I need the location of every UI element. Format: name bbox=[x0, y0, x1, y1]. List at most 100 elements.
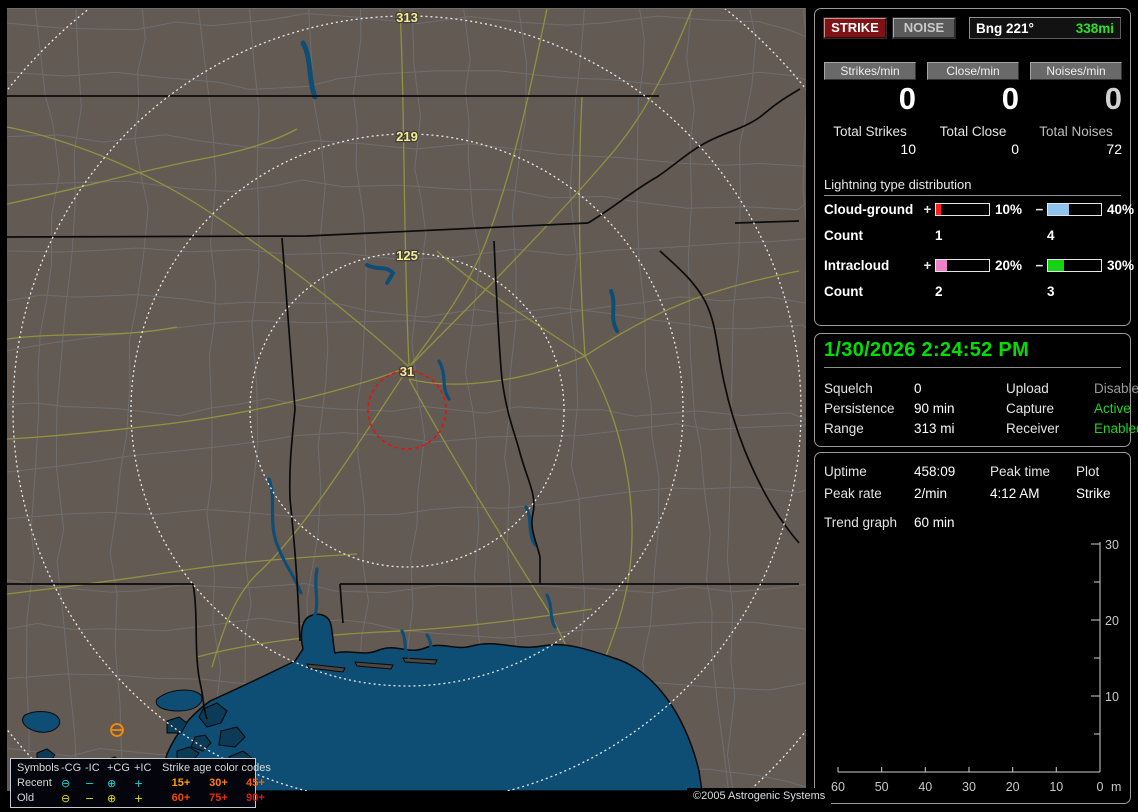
capture-status: Active bbox=[1094, 401, 1131, 416]
persistence-value: 90 min bbox=[914, 401, 955, 416]
range-value: 313 mi bbox=[914, 421, 955, 436]
uptime-label: Uptime bbox=[824, 464, 867, 479]
minus-ic-old-icon: − bbox=[85, 792, 95, 805]
count-label: Count bbox=[824, 283, 863, 299]
ring-label-313: 313 bbox=[396, 10, 418, 25]
cg-minus-bar bbox=[1047, 202, 1102, 216]
symbol-legend: Symbols -CG -IC +CG +IC Strike age color… bbox=[10, 758, 271, 808]
current-datetime: 1/30/2026 2:24:52 PM bbox=[824, 339, 1121, 368]
y-tick-30: 30 bbox=[1105, 538, 1119, 552]
legend-row-recent-label: Recent bbox=[17, 777, 52, 789]
ic-minus-percent: 30% bbox=[1107, 257, 1135, 273]
minus-sign: − bbox=[1035, 257, 1044, 273]
upload-label: Upload bbox=[1006, 381, 1049, 396]
bearing-value: Bng 221° bbox=[976, 20, 1034, 36]
x-axis-unit: min bbox=[1111, 780, 1122, 794]
age-code-30: 30+ bbox=[209, 777, 228, 789]
trend-graph: 30 20 10 60 50 40 30 20 10 0 min bbox=[831, 538, 1131, 794]
intracloud-count-row: Count 2 3 bbox=[824, 278, 1121, 304]
trend-graph-label: Trend graph bbox=[824, 515, 898, 530]
total-noises-label: Total Noises bbox=[1039, 124, 1113, 139]
age-code-60: 60+ bbox=[171, 792, 191, 804]
x-tick-40: 40 bbox=[918, 780, 932, 794]
cg-plus-bar bbox=[935, 202, 990, 216]
legend-header-age-codes: Strike age color codes bbox=[162, 762, 271, 774]
bearing-distance: 338mi bbox=[1075, 20, 1114, 36]
age-code-45: 45+ bbox=[246, 777, 265, 789]
total-close-value: 0 bbox=[1011, 141, 1019, 157]
ic-plus-bar bbox=[935, 258, 990, 272]
legend-row-old-label: Old bbox=[17, 792, 35, 804]
age-code-15: 15+ bbox=[171, 777, 191, 789]
cloud-ground-label: Cloud-ground bbox=[824, 201, 914, 217]
plot-label: Plot bbox=[1076, 464, 1100, 479]
receiver-label: Receiver bbox=[1006, 421, 1060, 436]
total-noises-value: 72 bbox=[1106, 141, 1122, 157]
status-panel: 1/30/2026 2:24:52 PM Squelch 0 Upload Di… bbox=[814, 333, 1138, 447]
close-per-min-value: 0 bbox=[1001, 81, 1019, 116]
age-code-90: 90+ bbox=[246, 792, 265, 804]
peak-time-label: Peak time bbox=[990, 464, 1051, 479]
uptime-value: 458:09 bbox=[914, 464, 956, 479]
copyright-notice: ©2005 Astrogenic Systems bbox=[687, 788, 832, 804]
intracloud-label: Intracloud bbox=[824, 257, 890, 273]
ring-label-219: 219 bbox=[396, 129, 418, 144]
noises-per-min-label: Noises/min bbox=[1030, 62, 1122, 80]
counters-panel: STRIKE NOISE Bng 221° 338mi Strikes/min … bbox=[814, 8, 1134, 326]
ic-minus-bar bbox=[1047, 258, 1102, 272]
distribution-title: Lightning type distribution bbox=[824, 177, 1121, 196]
strikes-per-min-column: Strikes/min 0 Total Strikes 10 bbox=[824, 62, 916, 157]
minus-ic-recent-icon: − bbox=[85, 777, 95, 790]
cloud-ground-row: Cloud-ground + 10% − 40% bbox=[824, 196, 1134, 222]
minus-sign: − bbox=[1035, 201, 1044, 217]
minus-cg-old-icon: ⊖ bbox=[61, 792, 71, 805]
squelch-value: 0 bbox=[914, 381, 922, 396]
legend-header-minus-cg: -CG bbox=[61, 762, 82, 774]
map-svg: 313 219 125 31 bbox=[7, 9, 806, 791]
plus-cg-recent-icon: ⊕ bbox=[107, 777, 117, 790]
legend-header-symbols: Symbols bbox=[17, 762, 60, 774]
plus-sign: + bbox=[923, 257, 932, 273]
app-window: { "map": { "ring_labels": ["313", "219",… bbox=[0, 0, 1138, 812]
persistence-label: Persistence bbox=[824, 401, 895, 416]
noises-per-min-column: Noises/min 0 Total Noises 72 bbox=[1030, 62, 1122, 157]
plus-sign: + bbox=[923, 201, 932, 217]
count-label: Count bbox=[824, 227, 863, 243]
squelch-label: Squelch bbox=[824, 381, 873, 396]
minus-cg-recent-icon: ⊖ bbox=[61, 777, 71, 790]
age-code-75: 75+ bbox=[209, 792, 228, 804]
cg-plus-percent: 10% bbox=[995, 201, 1023, 217]
strike-toggle-button[interactable]: STRIKE bbox=[824, 18, 886, 38]
cloud-ground-count-row: Count 1 4 bbox=[824, 222, 1121, 248]
x-tick-20: 20 bbox=[1006, 780, 1020, 794]
radar-map[interactable]: 313 219 125 31 Symbols -CG -IC +CG +IC S… bbox=[7, 8, 832, 808]
peak-rate-label: Peak rate bbox=[824, 486, 882, 501]
close-per-min-column: Close/min 0 Total Close 0 bbox=[927, 62, 1019, 157]
y-tick-10: 10 bbox=[1105, 690, 1119, 704]
cg-minus-percent: 40% bbox=[1107, 201, 1135, 217]
ring-label-125: 125 bbox=[396, 248, 418, 263]
plus-ic-old-icon: + bbox=[134, 792, 144, 805]
y-tick-20: 20 bbox=[1105, 614, 1119, 628]
capture-label: Capture bbox=[1006, 401, 1055, 416]
ic-plus-count: 2 bbox=[935, 283, 943, 299]
plus-ic-recent-icon: + bbox=[134, 777, 144, 790]
legend-header-plus-ic: +IC bbox=[134, 762, 152, 774]
x-tick-0: 0 bbox=[1097, 780, 1104, 794]
bearing-indicator: Bng 221° 338mi bbox=[969, 17, 1121, 39]
noise-toggle-button[interactable]: NOISE bbox=[893, 18, 955, 38]
trend-panel: Uptime 458:09 Peak time Plot Peak rate 2… bbox=[814, 452, 1131, 804]
total-strikes-label: Total Strikes bbox=[833, 124, 907, 139]
x-tick-60: 60 bbox=[831, 780, 845, 794]
total-strikes-value: 10 bbox=[900, 141, 916, 157]
strikes-per-min-value: 0 bbox=[898, 81, 916, 116]
noises-per-min-value: 0 bbox=[1104, 81, 1122, 116]
cg-plus-count: 1 bbox=[935, 227, 943, 243]
total-close-label: Total Close bbox=[939, 124, 1007, 139]
plot-mode-value: Strike bbox=[1076, 486, 1111, 501]
peak-time-value: 4:12 AM bbox=[990, 486, 1040, 501]
x-tick-50: 50 bbox=[875, 780, 889, 794]
trend-window-value: 60 min bbox=[914, 515, 955, 530]
upload-status: Disabled bbox=[1094, 381, 1138, 396]
range-label: Range bbox=[824, 421, 864, 436]
